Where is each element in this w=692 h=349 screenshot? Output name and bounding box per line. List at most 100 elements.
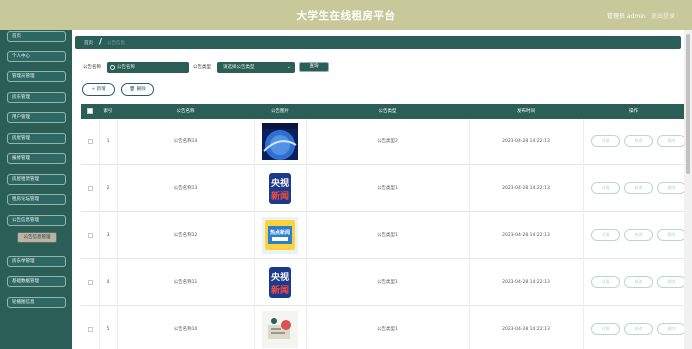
svg-text:央视: 央视 <box>271 271 289 283</box>
row-type: 公告类型2 <box>377 139 398 144</box>
row-index: 5 <box>106 327 110 332</box>
detail-button[interactable]: 详情 <box>591 135 620 147</box>
sidebar-item-base-data[interactable]: 基础数据管理 <box>7 276 66 287</box>
svg-text:热点新闻: 热点新闻 <box>270 229 290 236</box>
sidebar-item-notices[interactable]: 公告信息管理 <box>7 215 66 226</box>
type-select-value: 请选择公告类型 <box>223 65 255 70</box>
edit-button[interactable]: 修改 <box>624 182 653 194</box>
col-type: 公告类型 <box>378 109 397 114</box>
row-checkbox[interactable] <box>88 327 93 332</box>
table-row: 1 公告名称14 公告类型2 2023-04-28 14:22:13 详情 修改… <box>81 119 686 165</box>
sidebar-item-houses[interactable]: 房屋管理 <box>7 133 66 144</box>
name-search-input[interactable]: 公告名称 <box>107 62 189 73</box>
row-name: 公告名称14 <box>173 139 198 144</box>
row-time: 2023-04-28 14:22:13 <box>502 139 550 144</box>
sidebar: 首页 个人中心 管理员管理 房东管理 用户管理 房屋管理 报修管理 房屋租赁管理… <box>0 30 72 349</box>
detail-button[interactable]: 详情 <box>591 182 620 194</box>
edit-button[interactable]: 修改 <box>624 276 653 288</box>
main-content: 首页 / 公告信息 公告名称 公告名称 公告类型 请选择公告类型 ⌄ 查询 + … <box>72 30 686 349</box>
select-all-checkbox[interactable] <box>87 108 93 114</box>
table-header: 索引 公告名称 公告图片 公告类型 发布时间 操作 <box>81 104 684 119</box>
col-time: 发布时间 <box>517 109 535 114</box>
svg-text:新闻: 新闻 <box>271 284 289 296</box>
row-checkbox[interactable] <box>88 280 93 285</box>
table-row: 3 公告名称12 热点新闻 公告类型1 2023-04-28 14:22:13 … <box>81 213 686 259</box>
row-time: 2023-04-28 14:22:13 <box>502 327 550 332</box>
bulk-delete-label: 删除 <box>136 87 146 92</box>
row-type: 公告类型1 <box>377 280 398 285</box>
news-badge-image: 热点新闻 <box>262 217 298 254</box>
svg-text:新闻: 新闻 <box>271 190 289 202</box>
top-bar: 大学生在线租房平台 管理员 admin 退出登录 <box>0 0 692 30</box>
row-checkbox[interactable] <box>88 233 93 238</box>
scrollbar-thumb[interactable] <box>686 34 690 174</box>
query-button[interactable]: 查询 <box>299 62 329 72</box>
row-name: 公告名称11 <box>173 280 198 285</box>
row-name: 公告名称10 <box>173 327 198 332</box>
bulk-delete-button[interactable]: 🗑 删除 <box>121 83 154 96</box>
row-type: 公告类型1 <box>377 186 398 191</box>
breadcrumb-home[interactable]: 首页 <box>84 40 93 46</box>
sidebar-item-landlord-reports[interactable]: 房东举管理 <box>7 256 66 267</box>
col-image: 公告图片 <box>271 109 289 114</box>
delete-button[interactable]: 删除 <box>657 323 686 335</box>
row-time: 2023-04-28 14:22:13 <box>502 280 550 285</box>
search-icon <box>110 65 115 70</box>
delete-button[interactable]: 删除 <box>657 276 686 288</box>
sidebar-item-users[interactable]: 用户管理 <box>7 112 66 123</box>
cctv-news-logo: 央视 新闻 <box>262 264 298 301</box>
edit-button[interactable]: 修改 <box>624 229 653 241</box>
row-index: 1 <box>106 139 110 144</box>
sidebar-item-repairs[interactable]: 报修管理 <box>7 153 66 164</box>
logout-link[interactable]: 退出登录 <box>651 11 675 20</box>
add-button[interactable]: + 新增 <box>82 83 115 96</box>
svg-text:央视: 央视 <box>271 177 289 189</box>
type-select[interactable]: 请选择公告类型 ⌄ <box>217 62 295 73</box>
sidebar-item-rentals[interactable]: 房屋租赁管理 <box>7 174 66 185</box>
trash-icon: 🗑 <box>129 87 136 92</box>
row-type: 公告类型1 <box>377 233 398 238</box>
row-type: 公告类型1 <box>377 327 398 332</box>
app-title: 大学生在线租房平台 <box>296 10 396 22</box>
table-row: 4 公告名称11 央视 新闻 公告类型1 2023-04-28 14:22:13… <box>81 260 686 306</box>
detail-button[interactable]: 详情 <box>591 229 620 241</box>
row-name: 公告名称12 <box>173 233 198 238</box>
sidebar-subitem-notices[interactable]: 公告信息管理 <box>17 232 57 243</box>
delete-button[interactable]: 删除 <box>657 135 686 147</box>
table-row: 2 公告名称13 央视 新闻 公告类型1 2023-04-28 14:22:13… <box>81 166 686 212</box>
breadcrumb-current: 公告信息 <box>107 40 125 46</box>
row-time: 2023-04-28 14:22:13 <box>502 186 550 191</box>
row-index: 4 <box>106 280 110 285</box>
sidebar-item-forum[interactable]: 租房论坛管理 <box>7 194 66 205</box>
row-checkbox[interactable] <box>88 139 93 144</box>
table-row: 5 公告名称10 公告类型1 2023-04-28 14:22:13 详情 修改… <box>81 307 686 349</box>
notice-image <box>262 311 298 348</box>
edit-button[interactable]: 修改 <box>624 323 653 335</box>
delete-button[interactable]: 删除 <box>657 229 686 241</box>
row-time: 2023-04-28 14:22:13 <box>502 233 550 238</box>
sidebar-item-profile[interactable]: 个人中心 <box>7 51 66 62</box>
detail-button[interactable]: 详情 <box>591 323 620 335</box>
breadcrumb-separator: / <box>99 37 102 46</box>
name-filter-label: 公告名称 <box>83 65 101 70</box>
sidebar-item-admins[interactable]: 管理员管理 <box>7 71 66 82</box>
sidebar-item-landlords[interactable]: 房东管理 <box>7 92 66 103</box>
col-actions: 操作 <box>629 109 638 114</box>
sidebar-item-carousel[interactable]: 轮播图信息 <box>7 297 66 308</box>
col-index: 索引 <box>103 109 113 114</box>
type-filter-label: 公告类型 <box>193 65 211 70</box>
row-name: 公告名称13 <box>173 186 198 191</box>
breadcrumb: 首页 / 公告信息 <box>75 36 681 49</box>
cctv-news-logo: 央视 新闻 <box>262 170 298 207</box>
detail-button[interactable]: 详情 <box>591 276 620 288</box>
delete-button[interactable]: 删除 <box>657 182 686 194</box>
name-search-placeholder: 公告名称 <box>117 65 135 70</box>
col-name: 公告名称 <box>176 109 195 114</box>
edit-button[interactable]: 修改 <box>624 135 653 147</box>
row-index: 3 <box>106 233 110 238</box>
row-index: 2 <box>106 186 110 191</box>
chevron-down-icon: ⌄ <box>286 64 291 70</box>
current-user[interactable]: 管理员 admin <box>607 11 646 20</box>
sidebar-item-home[interactable]: 首页 <box>7 31 66 42</box>
row-checkbox[interactable] <box>88 186 93 191</box>
